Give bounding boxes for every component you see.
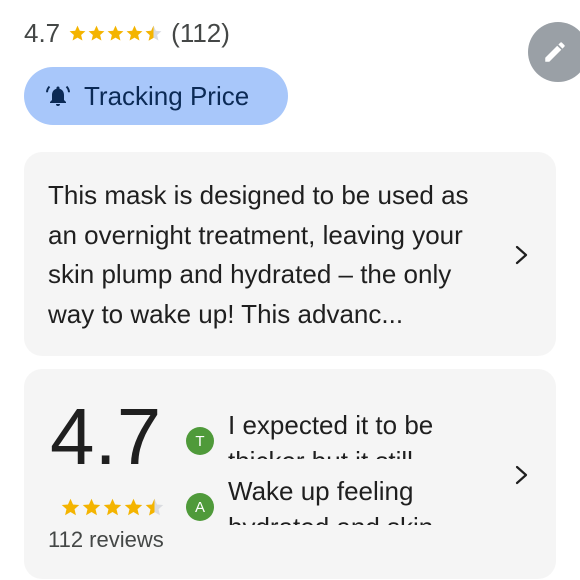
rating-value: 4.7 bbox=[24, 17, 61, 48]
star-icon bbox=[126, 25, 143, 41]
product-details-page: 4.7 (112) Tracking Price This mask is de… bbox=[0, 0, 580, 580]
star-icon bbox=[82, 498, 101, 516]
chevron-right-icon bbox=[515, 245, 528, 265]
description-card[interactable]: This mask is designed to be used as an o… bbox=[24, 152, 556, 356]
rating-count: (112) bbox=[171, 17, 230, 48]
tracking-price-label: Tracking Price bbox=[84, 80, 250, 111]
average-rating-stars bbox=[60, 497, 165, 518]
avatar: T bbox=[186, 427, 214, 455]
avatar: A bbox=[186, 493, 214, 521]
rating-summary[interactable]: 4.7 (112) bbox=[24, 16, 230, 50]
review-snippet[interactable]: A Wake up feeling hydrated and skin bbox=[186, 473, 506, 525]
star-half-icon bbox=[145, 498, 164, 516]
product-description: This mask is designed to be used as an o… bbox=[48, 180, 469, 329]
star-icon bbox=[103, 498, 122, 516]
review-snippet-text: I expected it to be thicker but it still bbox=[228, 410, 434, 459]
review-snippet[interactable]: T I expected it to be thicker but it sti… bbox=[186, 407, 506, 459]
pencil-icon bbox=[545, 42, 565, 62]
star-icon bbox=[69, 25, 86, 41]
chevron-right-icon bbox=[515, 465, 528, 485]
star-icon bbox=[88, 25, 105, 41]
bell-icon bbox=[46, 84, 70, 108]
edit-button[interactable] bbox=[528, 22, 580, 82]
review-snippet-text: Wake up feeling hydrated and skin bbox=[228, 476, 433, 525]
review-snippets: T I expected it to be thicker but it sti… bbox=[186, 407, 506, 539]
review-count: 112 reviews bbox=[48, 527, 164, 552]
tracking-price-button[interactable]: Tracking Price bbox=[24, 67, 288, 125]
star-half-icon bbox=[145, 25, 162, 41]
star-icon bbox=[107, 25, 124, 41]
reviews-card[interactable]: 4.7 112 reviews T I expected it to be th… bbox=[24, 369, 556, 579]
rating-stars bbox=[68, 24, 163, 43]
average-rating: 4.7 bbox=[50, 392, 162, 481]
star-icon bbox=[124, 498, 143, 516]
star-icon bbox=[61, 498, 80, 516]
